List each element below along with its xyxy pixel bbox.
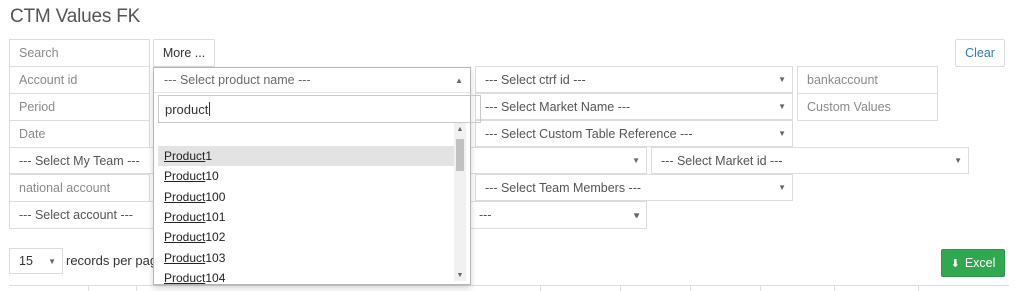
market-name-value: --- Select Market Name --- [485,99,631,114]
more-button[interactable]: More ... [153,39,215,67]
product-option[interactable]: Product 102 [158,227,454,247]
last-select-value: --- [479,208,492,222]
product-search-value: product [165,101,209,117]
last-select[interactable]: --- ▼ [470,202,647,228]
scroll-down-icon[interactable]: ▼ [454,269,466,281]
download-icon: ⬇ [950,257,960,270]
scroll-up-icon[interactable]: ▲ [454,123,466,135]
period-placeholder: Period [19,100,56,114]
chevron-down-icon: ▼ [632,156,640,165]
chevron-down-icon: ▼ [778,102,786,111]
product-option[interactable]: Product 104 [158,268,454,288]
date-input[interactable]: Date [9,120,150,148]
chevron-down-icon: ▼ [778,183,786,192]
bankaccount-input[interactable]: bankaccount [797,66,938,94]
option-match-text: Product [164,149,206,164]
option-rest-text: 100 [205,189,226,204]
option-rest-text: 10 [205,169,219,184]
bankaccount-placeholder: bankaccount [807,73,878,87]
table-column-divider [620,285,621,291]
clear-button[interactable]: Clear [955,39,1005,67]
account-id-placeholder: Account id [19,73,78,87]
chevron-down-icon: ▼ [48,256,56,266]
product-option[interactable]: Product 100 [158,187,454,207]
custom-values-placeholder: Custom Values [807,100,891,114]
page-size-value: 15 [19,254,33,268]
table-column-divider [918,285,919,291]
product-name-dropdown[interactable]: --- Select product name --- ▲ product Pr… [153,67,481,288]
team-members-select[interactable]: --- Select Team Members --- ▼ [475,174,793,201]
table-column-divider [760,285,761,291]
option-match-text: Product [164,230,206,245]
market-id-value: --- Select Market id --- [661,153,783,168]
my-team-value: --- Select My Team --- [19,153,140,168]
search-placeholder: Search [19,46,59,60]
table-column-divider [690,285,691,291]
product-option[interactable]: Product 103 [158,247,454,267]
excel-button-label: Excel [964,256,996,270]
national-account-placeholder: national account [19,181,111,195]
option-match-text: Product [164,189,206,204]
period-input[interactable]: Period [9,93,150,121]
chevron-down-icon: ▼ [778,129,786,138]
market-name-select[interactable]: --- Select Market Name --- ▼ [475,93,793,120]
custom-table-reference-value: --- Select Custom Table Reference --- [485,126,693,141]
date-placeholder: Date [19,127,46,141]
option-match-text: Product [164,210,206,225]
custom-table-reference-select[interactable]: --- Select Custom Table Reference --- ▼ [475,120,793,147]
custom-values-input[interactable]: Custom Values [797,93,938,121]
records-per-page-label: records per page [66,253,165,268]
option-match-text: Product [164,270,206,285]
chevron-up-icon: ▲ [455,75,463,85]
ctrf-id-select[interactable]: --- Select ctrf id --- ▼ [475,66,793,93]
product-option[interactable]: Product 1 [158,146,454,167]
product-option[interactable]: Product 10 [158,166,454,186]
account-id-input[interactable]: Account id [9,66,150,94]
dropdown-scrollbar[interactable]: ▲ ▼ [454,123,466,281]
text-cursor [209,102,211,116]
option-rest-text: 1 [205,149,213,164]
option-match-text: Product [164,250,206,265]
account-value: --- Select account --- [19,208,133,222]
product-name-value: --- Select product name --- [164,73,311,87]
product-search-input[interactable]: product [158,95,481,123]
more-button-label: More ... [162,46,206,60]
page-title: CTM Values FK [10,6,141,27]
option-rest-text: 101 [205,210,226,225]
table-column-divider [136,285,137,291]
table-column-divider [834,285,835,291]
excel-export-button[interactable]: ⬇ Excel [941,249,1005,277]
option-rest-text: 103 [205,250,226,265]
market-id-select[interactable]: --- Select Market id --- ▼ [651,147,969,174]
page-size-select[interactable]: 15 ▼ [9,248,63,274]
product-name-select[interactable]: --- Select product name --- ▲ [154,68,470,93]
product-option[interactable]: Product 101 [158,207,454,227]
option-rest-text: 104 [205,270,226,285]
national-account-input[interactable]: national account [9,174,150,202]
table-column-divider [540,285,541,291]
chevron-down-icon: ▼ [778,75,786,84]
clear-button-label: Clear [965,46,995,60]
ctrf-id-value: --- Select ctrf id --- [485,72,586,87]
team-members-value: --- Select Team Members --- [485,180,642,195]
product-options-list: Product 1 Product 10 Product 100 Product 101 Pro… [158,146,454,288]
scrollbar-thumb[interactable] [456,139,464,171]
table-column-divider [88,285,89,291]
chevron-down-icon: ▼ [633,210,641,220]
option-match-text: Product [164,169,206,184]
option-rest-text: 102 [205,230,226,245]
search-input[interactable]: Search [9,39,150,67]
chevron-down-icon: ▼ [954,156,962,165]
